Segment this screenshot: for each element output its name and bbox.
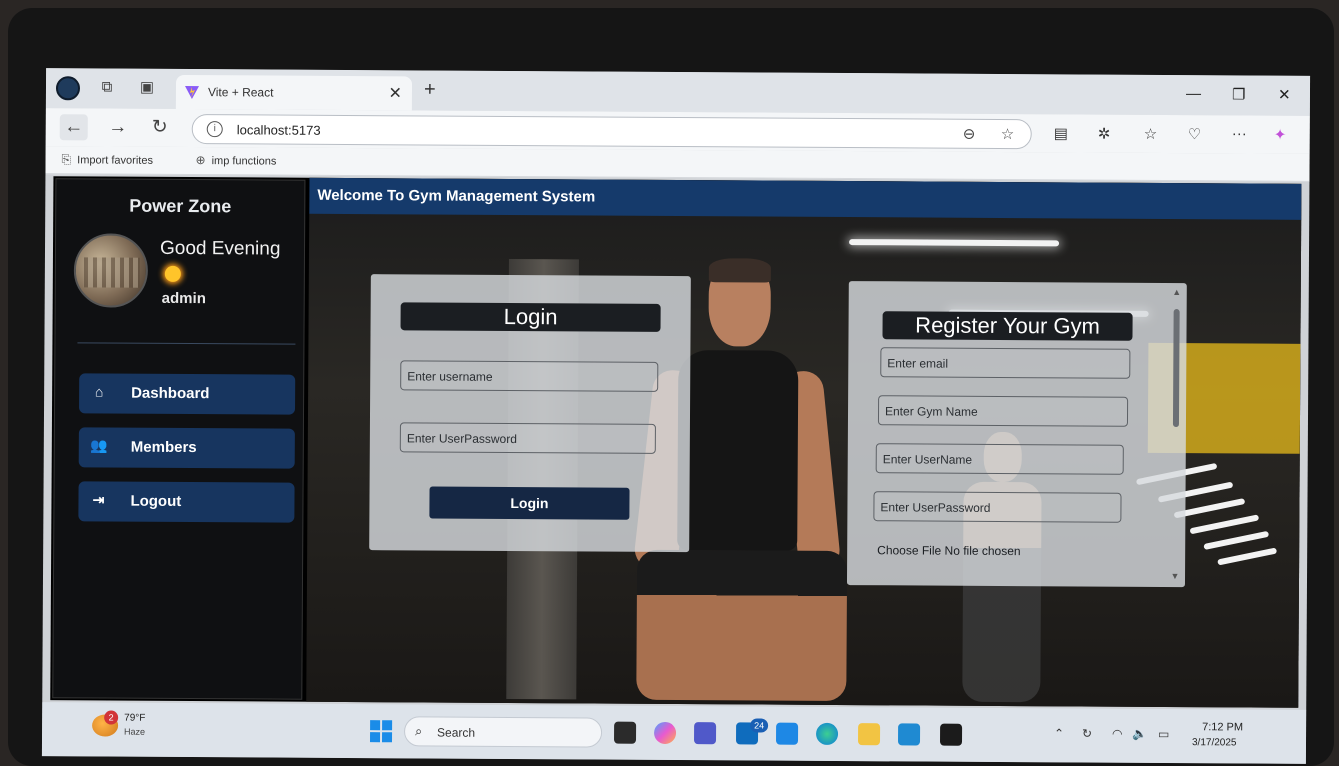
battery-icon[interactable]: ▭ [1158, 727, 1169, 741]
search-label: Search [437, 725, 476, 740]
back-button[interactable]: ← [59, 114, 88, 141]
page-viewport: Power Zone Good Evening admin ⌂ Dashboar… [50, 176, 1302, 708]
clock-time[interactable]: 7:12 PM [1202, 721, 1243, 733]
username-input[interactable]: Enter username [400, 360, 659, 392]
url-input[interactable]: i localhost:5173 ⊖ ☆ [191, 114, 1032, 150]
vscode-icon[interactable] [897, 723, 921, 746]
page-header: Welcome To Gym Management System [309, 177, 1302, 220]
email-input[interactable]: Enter email [880, 347, 1131, 379]
vite-logo-icon [185, 85, 200, 100]
page-title: Welcome To Gym Management System [317, 186, 596, 206]
sun-icon [164, 265, 181, 282]
weather-badge: 2 [104, 710, 119, 725]
register-password-input[interactable]: Enter UserPassword [873, 491, 1122, 523]
light-stripe [1189, 514, 1260, 535]
copilot-icon[interactable]: ✦ [1274, 126, 1287, 144]
browser-essentials-icon[interactable]: ♡ [1188, 125, 1202, 143]
username-label: admin [161, 289, 206, 308]
favorite-star-icon[interactable]: ☆ [1001, 125, 1015, 143]
more-options-icon[interactable]: ··· [1232, 125, 1247, 142]
tray-chevron-icon[interactable]: ⌃ [1054, 726, 1064, 740]
task-view-icon[interactable] [613, 721, 637, 744]
restore-icon[interactable]: ❐ [1232, 85, 1246, 103]
split-screen-icon[interactable]: ▤ [1054, 124, 1068, 142]
login-button[interactable]: Login [429, 486, 630, 520]
site-info-icon[interactable]: i [206, 121, 223, 138]
clock-date[interactable]: 3/17/2025 [1192, 737, 1237, 748]
login-title: Login [400, 302, 661, 332]
screen: ⧉ ▣ Vite + React ✕ + — ❐ ✕ ← → ↻ i local… [41, 68, 1311, 764]
password-input[interactable]: Enter UserPassword [399, 422, 656, 454]
tab-actions-icon[interactable]: ▣ [138, 79, 156, 97]
workspaces-icon[interactable]: ⧉ [98, 78, 116, 96]
import-icon: ⎘ [61, 152, 72, 167]
mail-badge: 24 [750, 718, 769, 733]
search-icon: ⌕ [415, 723, 423, 739]
url-text: localhost:5173 [236, 122, 321, 138]
scroll-up-icon[interactable]: ▲ [1171, 287, 1183, 297]
sidebar: Power Zone Good Evening admin ⌂ Dashboar… [52, 178, 306, 700]
store-icon[interactable] [775, 722, 799, 745]
copilot-app-icon[interactable] [653, 721, 677, 745]
file-explorer-icon[interactable] [857, 723, 881, 746]
login-panel: Login Enter username Enter UserPassword … [369, 274, 691, 553]
sidebar-item-members[interactable]: 👥 Members [78, 427, 295, 469]
home-icon: ⌂ [94, 383, 104, 400]
register-title: Register Your Gym [882, 311, 1133, 341]
ceiling-light [849, 239, 1060, 247]
scroll-down-icon[interactable]: ▼ [1169, 571, 1181, 581]
favorites-icon[interactable]: ☆ [1144, 125, 1158, 143]
tab-title: Vite + React [207, 85, 274, 100]
sidebar-item-logout[interactable]: ⇥ Logout [78, 481, 295, 523]
sidebar-divider [77, 342, 296, 345]
gym-name-input[interactable]: Enter Gym Name [877, 395, 1129, 427]
weather-condition: Haze [124, 726, 146, 737]
favorite-import[interactable]: ⎘ Import favorites [62, 152, 154, 168]
terminal-icon[interactable] [939, 723, 963, 746]
weather-temperature: 79°F [124, 712, 146, 724]
brand-name: Power Zone [129, 195, 232, 217]
globe-icon: ⊕ [195, 153, 206, 168]
minimize-icon[interactable]: — [1186, 85, 1201, 102]
user-avatar [73, 233, 149, 308]
new-tab-icon[interactable]: + [424, 78, 436, 101]
start-button[interactable] [370, 720, 393, 743]
sidebar-item-dashboard[interactable]: ⌂ Dashboard [79, 373, 296, 415]
light-stripe [1217, 547, 1278, 566]
register-panel: Register Your Gym Enter email Enter Gym … [846, 281, 1187, 588]
refresh-button[interactable]: ↻ [146, 115, 174, 141]
extensions-icon[interactable]: ✲ [1098, 125, 1111, 143]
register-username-input[interactable]: Enter UserName [875, 443, 1124, 475]
main-content: Welcome To Gym Management System Login E… [306, 177, 1302, 708]
light-stripe [1203, 530, 1270, 551]
teams-icon[interactable] [693, 722, 717, 745]
taskbar-search[interactable]: ⌕ Search [403, 716, 603, 748]
sync-icon[interactable]: ↻ [1082, 726, 1092, 740]
users-icon: 👥 [90, 437, 108, 454]
taskbar: 2 79°F Haze ⌕ Search 24 ⌃ ↻ ◠ 🔈 ▭ 7:12 P… [41, 702, 1307, 764]
tab-active[interactable]: Vite + React ✕ [175, 74, 413, 111]
scroll-thumb[interactable] [1172, 309, 1180, 428]
file-chooser[interactable]: Choose File No file chosen [877, 543, 1021, 558]
zoom-icon[interactable]: ⊖ [963, 125, 976, 143]
edge-icon[interactable] [815, 722, 839, 745]
forward-button[interactable]: → [104, 114, 132, 140]
wifi-icon[interactable]: ◠ [1112, 727, 1123, 741]
greeting-text: Good Evening [159, 237, 281, 260]
tab-close-icon[interactable]: ✕ [388, 83, 403, 103]
logout-icon: ⇥ [92, 491, 105, 508]
register-scrollbar[interactable]: ▲ ▼ [1169, 287, 1183, 583]
profile-avatar-icon[interactable] [55, 76, 81, 101]
volume-icon[interactable]: 🔈 [1132, 727, 1147, 741]
close-window-icon[interactable]: ✕ [1278, 86, 1291, 104]
favorite-imp-functions[interactable]: ⊕ imp functions [196, 153, 277, 167]
